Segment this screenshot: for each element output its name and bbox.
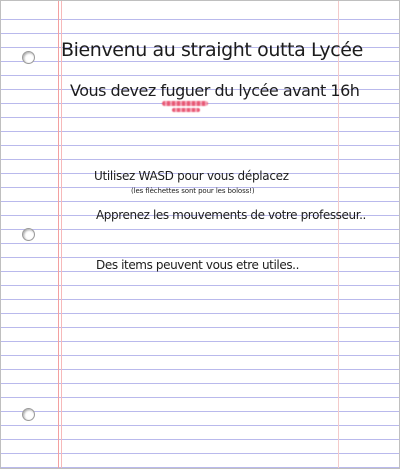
right-margin-line xyxy=(338,1,339,468)
binder-hole-middle xyxy=(22,228,35,241)
controls-instruction: Utilisez WASD pour vous déplacez xyxy=(94,169,289,183)
teacher-instruction: Apprenez les mouvements de votre profess… xyxy=(96,208,366,222)
spellcheck-underline xyxy=(162,101,208,106)
binder-hole-top xyxy=(22,51,35,64)
items-instruction: Des items peuvent vous etre utiles.. xyxy=(96,258,299,272)
left-margin-line-inner xyxy=(61,1,62,468)
arrow-keys-note: (les flèchettes sont pour les boloss!) xyxy=(131,187,255,195)
spellcheck-underline-secondary xyxy=(172,108,200,112)
notebook-paper: Bienvenu au straight outta Lycée Vous de… xyxy=(0,0,400,469)
binder-hole-bottom xyxy=(22,408,35,421)
objective-text: Vous devez fuguer du lycée avant 16h xyxy=(70,81,360,112)
left-margin-line xyxy=(58,1,59,468)
misspelled-word-text: fuguer xyxy=(160,81,210,100)
misspelled-word: fuguer xyxy=(160,81,210,112)
objective-text-end: du lycée avant 16h xyxy=(209,81,360,100)
game-title: Bienvenu au straight outta Lycée xyxy=(61,39,363,61)
objective-text-start: Vous devez xyxy=(70,81,161,100)
